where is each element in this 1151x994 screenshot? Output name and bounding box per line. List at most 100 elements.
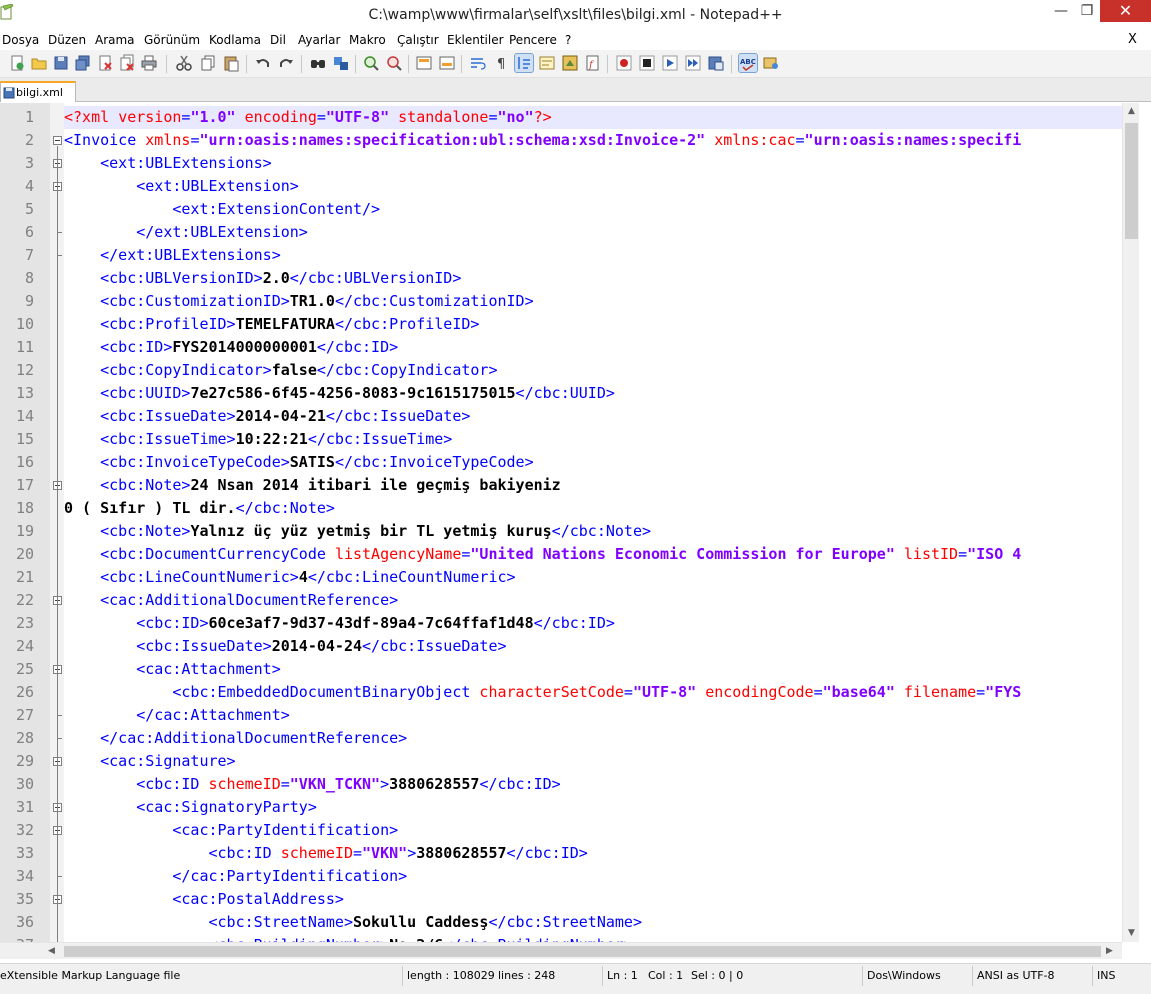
close-document-button[interactable]: X <box>1128 32 1137 47</box>
close-icon[interactable] <box>96 54 114 72</box>
code-line[interactable]: <ext:UBLExtension> <box>64 175 299 198</box>
menu-duzen[interactable]: Düzen <box>48 33 86 47</box>
code-line[interactable]: </ext:UBLExtension> <box>64 221 308 244</box>
plugin-icon[interactable] <box>762 54 780 72</box>
code-line[interactable]: </cac:AdditionalDocumentReference> <box>64 727 407 750</box>
code-line[interactable]: <ext:ExtensionContent/> <box>64 198 380 221</box>
code-line[interactable]: <cac:PostalAddress> <box>64 888 344 911</box>
cut-icon[interactable] <box>175 54 193 72</box>
scroll-up-arrow-icon[interactable]: ▲ <box>1123 103 1140 120</box>
fold-toggle-icon[interactable] <box>53 136 62 145</box>
current-code-line[interactable]: <?xml version="1.0" encoding="UTF-8" sta… <box>64 106 1122 129</box>
menu-dosya[interactable]: Dosya <box>2 33 39 47</box>
menu-dil[interactable]: Dil <box>270 33 286 47</box>
zoom-out-icon[interactable] <box>385 54 403 72</box>
word-wrap-icon[interactable] <box>469 54 487 72</box>
svg-text:¶: ¶ <box>497 57 505 72</box>
undo-icon[interactable] <box>254 54 272 72</box>
code-line[interactable]: <cbc:LineCountNumeric>4</cbc:LineCountNu… <box>64 566 515 589</box>
save-macro-icon[interactable] <box>707 54 725 72</box>
indent-guide-icon[interactable] <box>514 53 534 73</box>
code-line[interactable]: </cac:Attachment> <box>64 704 290 727</box>
code-line[interactable]: </cac:PartyIdentification> <box>64 865 407 888</box>
code-line[interactable]: 0 ( Sıfır ) TL dir.</cbc:Note> <box>64 497 335 520</box>
code-line[interactable]: <cbc:DocumentCurrencyCode listAgencyName… <box>64 543 1021 566</box>
show-all-chars-icon[interactable]: ¶ <box>492 54 510 72</box>
code-line[interactable]: <cbc:ID>FYS2014000000001</cbc:ID> <box>64 336 398 359</box>
code-line[interactable]: <cac:PartyIdentification> <box>64 819 398 842</box>
close-window-button[interactable]: ✕ <box>1100 0 1151 22</box>
code-line[interactable]: <cbc:IssueTime>10:22:21</cbc:IssueTime> <box>64 428 452 451</box>
menu-pencere[interactable]: Pencere <box>509 33 557 47</box>
vertical-scroll-thumb[interactable] <box>1125 123 1138 239</box>
menu-eklentiler[interactable]: Eklentiler <box>447 33 504 47</box>
menu-help[interactable]: ? <box>565 33 571 47</box>
play-macro-icon[interactable] <box>661 54 679 72</box>
menu-kodlama[interactable]: Kodlama <box>209 33 261 47</box>
code-line[interactable]: <cbc:ID schemeID="VKN_TCKN">3880628557</… <box>64 773 560 796</box>
menu-arama[interactable]: Arama <box>95 33 135 47</box>
code-line[interactable]: <cbc:InvoiceTypeCode>SATIS</cbc:InvoiceT… <box>64 451 534 474</box>
tab-label: bilgi.xml <box>16 86 63 99</box>
editor[interactable]: 1 2 3 4 5 6 7 8 9 10 11 12 13 14 15 16 17 18 19 20 21 22 23 24 2… <box>0 103 1151 942</box>
code-line[interactable]: <cbc:StreetName>Sokullu Caddesş</cbc:Str… <box>64 911 643 934</box>
menu-makro[interactable]: Makro <box>349 33 386 47</box>
menu-ayarlar[interactable]: Ayarlar <box>298 33 340 47</box>
function-list-icon[interactable]: f <box>584 54 602 72</box>
code-line[interactable]: <cbc:Note>Yalnız üç yüz yetmiş bir TL ye… <box>64 520 651 543</box>
scroll-right-arrow-icon[interactable]: ▶ <box>1106 943 1121 960</box>
find-icon[interactable] <box>309 54 327 72</box>
redo-icon[interactable] <box>277 54 295 72</box>
doc-map-icon[interactable] <box>561 54 579 72</box>
code-line[interactable]: <cac:Signature> <box>64 750 235 773</box>
stop-macro-icon[interactable] <box>638 54 656 72</box>
code-line[interactable]: <cbc:CopyIndicator>false</cbc:CopyIndica… <box>64 359 497 382</box>
save-all-icon[interactable] <box>74 54 92 72</box>
code-line[interactable]: <cac:AdditionalDocumentReference> <box>64 589 398 612</box>
code-line[interactable]: <cbc:EmbeddedDocumentBinaryObject charac… <box>64 681 1021 704</box>
maximize-button[interactable]: ❐ <box>1074 0 1100 22</box>
code-line[interactable]: <cbc:ID schemeID="VKN">3880628557</cbc:I… <box>64 842 588 865</box>
run-macro-multiple-icon[interactable] <box>684 54 702 72</box>
replace-icon[interactable] <box>332 54 350 72</box>
minimize-button[interactable]: — <box>1048 0 1074 22</box>
scroll-down-arrow-icon[interactable]: ▼ <box>1123 925 1140 942</box>
code-line[interactable]: <cbc:UBLVersionID>2.0</cbc:UBLVersionID> <box>64 267 461 290</box>
code-line[interactable]: <Invoice xmlns = "urn:oasis:names:specific… <box>64 129 1021 152</box>
code-line[interactable]: <cbc:BuildingNumber>No:2/6</cbc:Building… <box>64 934 633 942</box>
menu-gorunum[interactable]: Görünüm <box>144 33 200 47</box>
copy-icon[interactable] <box>199 54 217 72</box>
menu-calistir[interactable]: Çalıştır <box>397 33 439 47</box>
horizontal-scrollbar[interactable]: ◀ ▶ <box>0 942 1122 959</box>
sync-horizontal-icon[interactable] <box>438 54 456 72</box>
sync-vertical-icon[interactable] <box>415 54 433 72</box>
horizontal-scroll-thumb[interactable] <box>64 946 1101 957</box>
code-line[interactable]: <cbc:IssueDate>2014-04-24</cbc:IssueDate… <box>64 635 506 658</box>
code-line[interactable]: <cbc:Note>24 Nsan 2014 itibari ile geçmi… <box>64 474 561 497</box>
code-line[interactable]: <cbc:CustomizationID>TR1.0</cbc:Customiz… <box>64 290 534 313</box>
open-file-icon[interactable] <box>30 54 48 72</box>
spell-check-icon[interactable]: ABC <box>738 53 758 73</box>
save-icon[interactable] <box>52 54 70 72</box>
print-icon[interactable] <box>140 54 158 72</box>
code-line[interactable]: <cbc:UUID>7e27c586-6f45-4256-8083-9c1615… <box>64 382 615 405</box>
close-all-icon[interactable] <box>118 54 136 72</box>
user-language-icon[interactable] <box>538 54 556 72</box>
tab-bilgi-xml[interactable]: bilgi.xml <box>0 81 76 102</box>
paste-icon[interactable] <box>222 54 240 72</box>
code-line[interactable]: <cbc:ProfileID>TEMELFATURA</cbc:ProfileI… <box>64 313 479 336</box>
record-macro-icon[interactable] <box>615 54 633 72</box>
code-line[interactable]: <ext:UBLExtensions> <box>64 152 272 175</box>
code-token: <cbc:UUID> <box>100 384 191 402</box>
code-line[interactable]: <cbc:IssueDate>2014-04-21</cbc:IssueDate… <box>64 405 470 428</box>
code-line[interactable]: </ext:UBLExtensions> <box>64 244 281 267</box>
code-area[interactable]: <?xml version="1.0" encoding="UTF-8" sta… <box>64 103 1122 942</box>
code-line[interactable]: <cac:Attachment> <box>64 658 281 681</box>
code-line[interactable]: <cbc:ID>60ce3af7-9d37-43df-89a4-7c64ffaf… <box>64 612 615 635</box>
scroll-left-arrow-icon[interactable]: ◀ <box>48 943 63 960</box>
code-line[interactable]: <cac:SignatoryParty> <box>64 796 317 819</box>
vertical-scrollbar[interactable]: ▲ ▼ <box>1122 103 1139 942</box>
new-file-icon[interactable] <box>8 54 26 72</box>
zoom-in-icon[interactable] <box>362 54 380 72</box>
code-token: Sokullu Caddesş <box>353 913 489 931</box>
